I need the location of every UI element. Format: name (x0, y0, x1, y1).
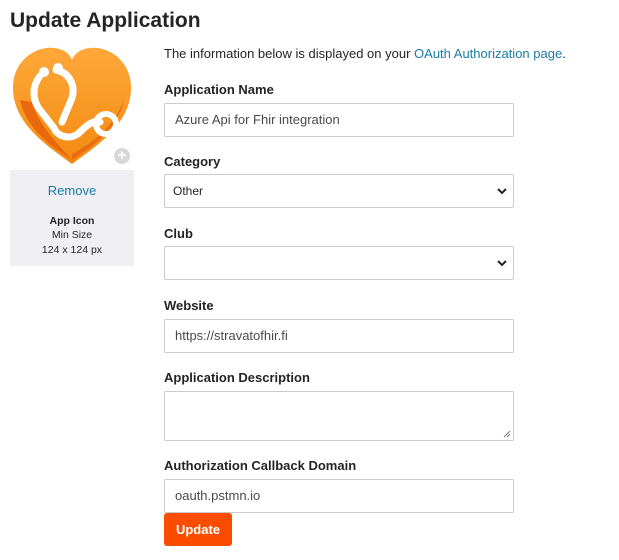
update-button[interactable]: Update (164, 513, 232, 546)
min-size-label: Min Size (51, 229, 93, 241)
website-input[interactable]: https://stravatofhir.fi (164, 319, 514, 353)
callback-domain-label: Authorization Callback Domain (164, 458, 357, 473)
icon-info-box: Remove App Icon Min Size 124 x 124 px (10, 170, 134, 266)
chevron-down-icon (497, 260, 507, 267)
category-label: Category (164, 154, 221, 169)
add-icon-button[interactable]: + (114, 148, 130, 164)
app-icon-panel: + Remove App Icon Min Size 124 x 124 px (10, 42, 134, 266)
description-textarea[interactable] (164, 391, 514, 441)
website-label: Website (164, 298, 214, 313)
description-label: Application Description (164, 370, 310, 385)
chevron-down-icon (497, 188, 507, 195)
app-name-label: Application Name (164, 82, 274, 97)
club-label: Club (164, 226, 193, 241)
app-icon[interactable]: + (10, 42, 134, 166)
category-select[interactable]: Other (164, 174, 514, 208)
club-select[interactable] (164, 246, 514, 280)
intro-text-after: . (562, 46, 566, 61)
heart-stethoscope-icon (12, 47, 132, 165)
intro-text: The information below is displayed on yo… (164, 46, 566, 62)
oauth-authorization-page-link[interactable]: OAuth Authorization page (414, 46, 562, 61)
remove-icon-link[interactable]: Remove (48, 183, 96, 199)
size-hint: 124 x 124 px (41, 244, 103, 256)
callback-domain-input[interactable]: oauth.pstmn.io (164, 479, 514, 513)
intro-text-before: The information below is displayed on yo… (164, 46, 415, 61)
app-name-input[interactable]: Azure Api for Fhir integration (164, 103, 514, 137)
page-title: Update Application (10, 9, 201, 32)
resize-grip-icon[interactable] (503, 430, 511, 438)
app-icon-label: App Icon (49, 215, 95, 227)
category-selected-value: Other (173, 184, 204, 198)
